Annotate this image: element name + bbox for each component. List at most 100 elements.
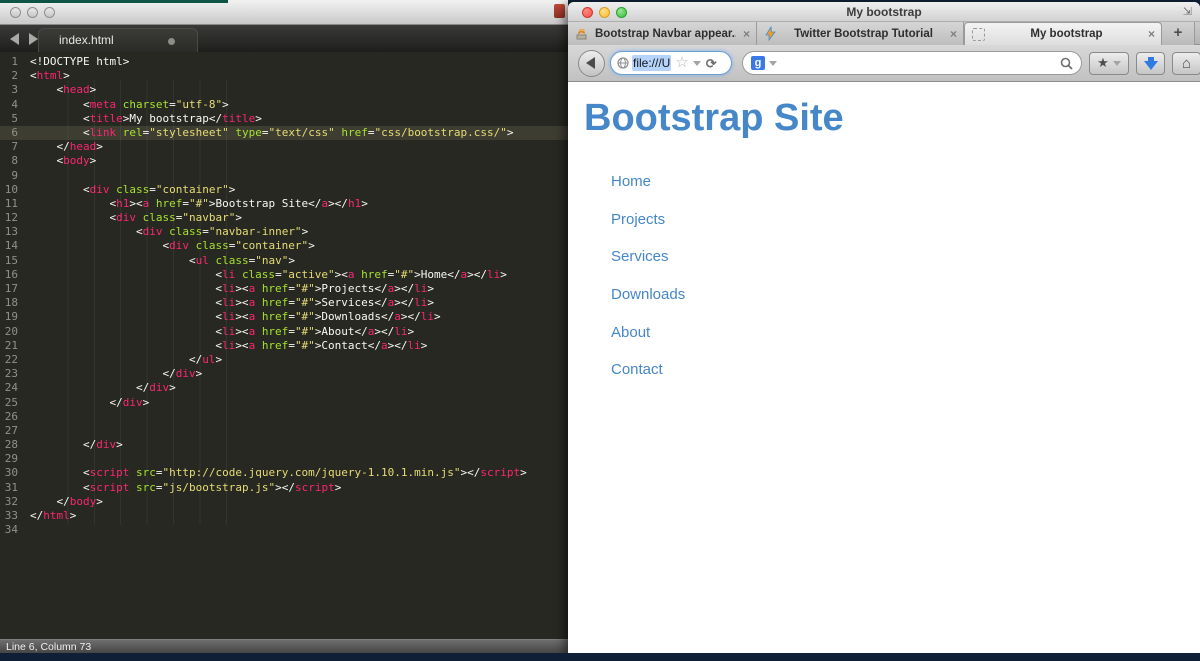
browser-tab-strip: Bootstrap Navbar appear...×Twitter Boots… xyxy=(568,22,1200,45)
code-line-13[interactable]: 13 <div class="navbar-inner"> xyxy=(0,225,568,239)
url-bar[interactable]: file:///U ☆ ⟳ xyxy=(610,51,732,75)
code-line-31[interactable]: 31 <script src="js/bootstrap.js"></scrip… xyxy=(0,481,568,495)
code-line-7[interactable]: 7 </head> xyxy=(0,140,568,154)
code-line-33[interactable]: 33</html> xyxy=(0,509,568,523)
url-text-selected[interactable]: file:///U xyxy=(632,55,671,71)
editor-zoom-button[interactable] xyxy=(44,7,55,18)
code-token: < xyxy=(30,239,169,252)
code-token: = xyxy=(275,268,282,281)
code-token: div xyxy=(123,396,143,409)
magnifier-icon[interactable] xyxy=(1060,57,1073,70)
code-token: </ xyxy=(30,438,96,451)
browser-tab-3[interactable]: My bootstrap × xyxy=(964,22,1162,45)
downloads-button[interactable] xyxy=(1136,52,1165,75)
code-line-3[interactable]: 3 <head> xyxy=(0,83,568,97)
code-line-9[interactable]: 9 xyxy=(0,169,568,183)
code-token: href xyxy=(361,268,388,281)
editor-tab-index-html[interactable]: index.html xyxy=(38,28,198,52)
code-line-27[interactable]: 27 xyxy=(0,424,568,438)
code-line-22[interactable]: 22 </ul> xyxy=(0,353,568,367)
code-area[interactable]: 1<!DOCTYPE html>2<html>3 <head>4 <meta c… xyxy=(0,52,568,639)
code-line-6[interactable]: 6 <link rel="stylesheet" type="text/css"… xyxy=(0,126,568,140)
code-line-4[interactable]: 4 <meta charset="utf-8"> xyxy=(0,98,568,112)
browser-tab-2[interactable]: Twitter Bootstrap Tutorial× xyxy=(757,22,964,45)
page-nav-link-downloads[interactable]: Downloads xyxy=(611,286,685,303)
page-nav-link-home[interactable]: Home xyxy=(611,173,651,190)
line-number: 33 xyxy=(0,509,30,523)
code-line-30[interactable]: 30 <script src="http://code.jquery.com/j… xyxy=(0,466,568,480)
google-search-engine-icon[interactable]: g xyxy=(751,56,765,70)
code-token: href xyxy=(262,296,289,309)
resize-grip-icon[interactable]: ⇲ xyxy=(1183,6,1192,18)
page-nav-link-contact[interactable]: Contact xyxy=(611,361,663,378)
code-token: > xyxy=(255,112,262,125)
code-line-18[interactable]: 18 <li><a href="#">Services</a></li> xyxy=(0,296,568,310)
reload-icon[interactable]: ⟳ xyxy=(706,57,717,70)
code-line-26[interactable]: 26 xyxy=(0,410,568,424)
code-token: = xyxy=(288,339,295,352)
page-title-link[interactable]: Bootstrap Site xyxy=(584,97,1200,140)
code-line-29[interactable]: 29 xyxy=(0,452,568,466)
code-line-17[interactable]: 17 <li><a href="#">Projects</a></li> xyxy=(0,282,568,296)
code-token: < xyxy=(30,211,116,224)
code-line-32[interactable]: 32 </body> xyxy=(0,495,568,509)
browser-window-title: My bootstrap xyxy=(568,2,1200,22)
page-nav-link-projects[interactable]: Projects xyxy=(611,211,665,228)
code-token: = xyxy=(288,325,295,338)
editor-minimize-button[interactable] xyxy=(27,7,38,18)
code-line-1[interactable]: 1<!DOCTYPE html> xyxy=(0,55,568,69)
search-engine-dropdown-icon[interactable] xyxy=(769,61,777,66)
code-line-11[interactable]: 11 <h1><a href="#">Bootstrap Site</a></h… xyxy=(0,197,568,211)
code-line-2[interactable]: 2<html> xyxy=(0,69,568,83)
editor-close-button[interactable] xyxy=(10,7,21,18)
code-token: a xyxy=(348,268,355,281)
code-token: >< xyxy=(129,197,142,210)
code-line-8[interactable]: 8 <body> xyxy=(0,154,568,168)
back-button[interactable] xyxy=(578,50,605,77)
code-line-24[interactable]: 24 </div> xyxy=(0,381,568,395)
tab-close-icon[interactable]: × xyxy=(743,28,750,40)
search-input[interactable] xyxy=(783,56,1060,70)
code-line-21[interactable]: 21 <li><a href="#">Contact</a></li> xyxy=(0,339,568,353)
page-nav-link-services[interactable]: Services xyxy=(611,248,669,265)
tab-label: My bootstrap xyxy=(992,28,1141,40)
code-line-10[interactable]: 10 <div class="container"> xyxy=(0,183,568,197)
code-token xyxy=(149,197,156,210)
code-token: div xyxy=(90,183,110,196)
tab-close-icon[interactable]: × xyxy=(1148,28,1155,40)
bookmark-star-icon[interactable]: ☆ xyxy=(675,56,688,70)
code-line-23[interactable]: 23 </div> xyxy=(0,367,568,381)
code-line-28[interactable]: 28 </div> xyxy=(0,438,568,452)
page-nav-link-about[interactable]: About xyxy=(611,324,650,341)
code-line-5[interactable]: 5 <title>My bootstrap</title> xyxy=(0,112,568,126)
code-token: < xyxy=(30,83,63,96)
home-button[interactable]: ⌂ xyxy=(1172,52,1200,75)
code-line-14[interactable]: 14 <div class="container"> xyxy=(0,239,568,253)
tab-scroll-left-icon[interactable] xyxy=(10,33,19,45)
code-line-15[interactable]: 15 <ul class="nav"> xyxy=(0,254,568,268)
code-line-20[interactable]: 20 <li><a href="#">About</a></li> xyxy=(0,325,568,339)
code-token: li xyxy=(222,296,235,309)
url-dropdown-icon[interactable] xyxy=(693,61,701,66)
code-line-12[interactable]: 12 <div class="navbar"> xyxy=(0,211,568,225)
line-number: 8 xyxy=(0,154,30,168)
code-token: "stylesheet" xyxy=(149,126,228,139)
tab-close-icon[interactable]: × xyxy=(950,28,957,40)
code-token: rel xyxy=(123,126,143,139)
new-tab-button[interactable]: + xyxy=(1162,22,1195,45)
bookmarks-menu-button[interactable]: ★ xyxy=(1089,52,1129,75)
download-arrow-icon xyxy=(1144,57,1158,70)
page-nav-item: About xyxy=(568,313,1200,351)
code-line-25[interactable]: 25 </div> xyxy=(0,396,568,410)
code-token: script xyxy=(480,466,520,479)
editor-titlebar[interactable] xyxy=(0,0,568,25)
code-line-16[interactable]: 16 <li class="active"><a href="#">Home</… xyxy=(0,268,568,282)
code-line-34[interactable]: 34 xyxy=(0,523,568,537)
code-token: < xyxy=(30,183,90,196)
code-token: h1 xyxy=(116,197,129,210)
code-token: ></ xyxy=(374,325,394,338)
search-bar[interactable]: g xyxy=(742,51,1082,75)
browser-titlebar[interactable]: My bootstrap ⇲ xyxy=(568,2,1200,22)
code-line-19[interactable]: 19 <li><a href="#">Downloads</a></li> xyxy=(0,310,568,324)
browser-tab-1[interactable]: Bootstrap Navbar appear...× xyxy=(568,22,757,45)
